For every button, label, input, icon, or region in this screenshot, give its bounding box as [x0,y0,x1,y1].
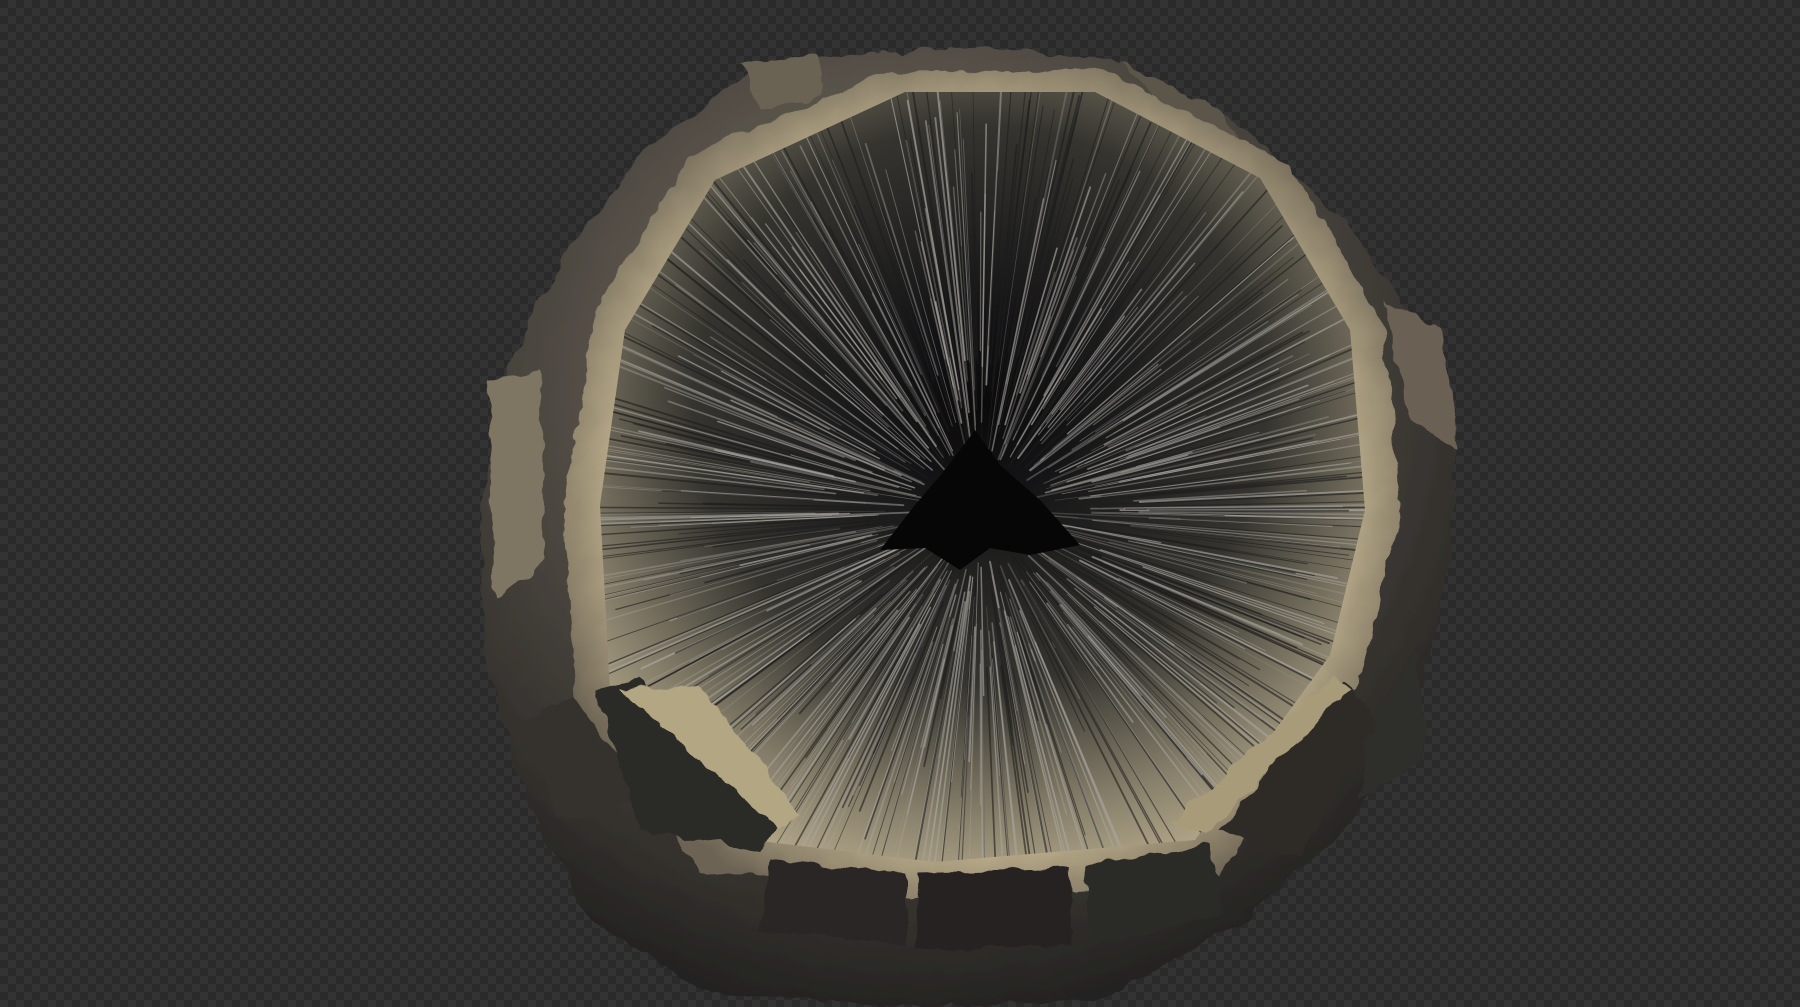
stone-sphere-render [480,48,1460,1007]
facet-bottom-left [760,860,905,945]
fiber-strand [1146,507,1365,511]
transparency-checkerboard-background [0,0,1800,1007]
facet-bottom-center [915,868,1075,950]
shell-chip [490,370,545,600]
